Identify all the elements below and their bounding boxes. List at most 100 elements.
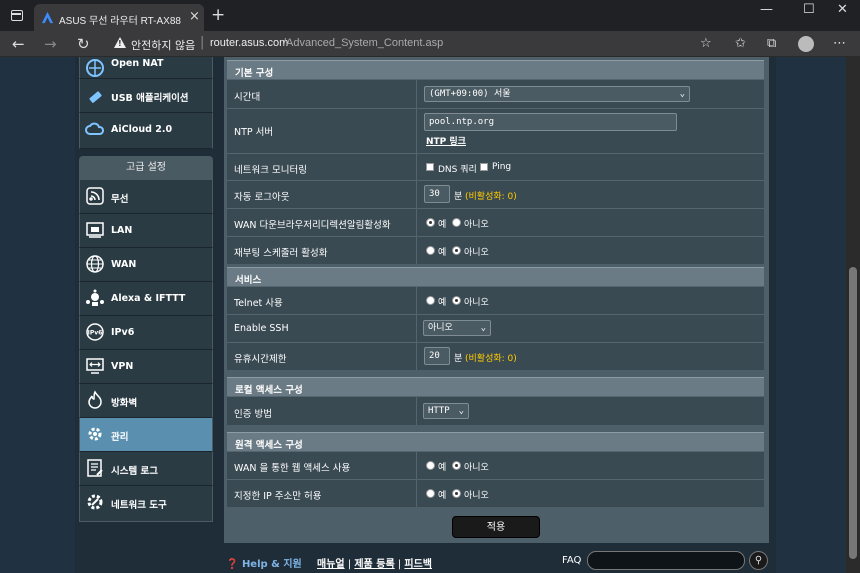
reboot-yes-radio[interactable] [426, 246, 435, 255]
wan-icon [86, 255, 104, 273]
ntp-server-input[interactable]: pool.ntp.org [424, 113, 677, 131]
search-icon[interactable]: ⚲ [749, 551, 768, 570]
dns-query-checkbox[interactable] [426, 163, 434, 171]
ntp-link[interactable]: NTP 링크 [426, 134, 466, 147]
sidebar-item-administration[interactable]: 관리 [79, 418, 213, 452]
refresh-icon[interactable]: ↻ [77, 35, 90, 53]
sidebar-item-system-log[interactable]: 시스템 로그 [79, 452, 213, 486]
scrollbar[interactable] [846, 57, 860, 573]
new-tab-button[interactable]: + [211, 5, 225, 25]
sidebar-item-label: 무선 [111, 194, 129, 205]
sidebar-item-firewall[interactable]: 방화벽 [79, 384, 213, 418]
ip-only-no-radio[interactable] [452, 489, 461, 498]
sidebar-item-ipv6[interactable]: IPv6 IPv6 [79, 316, 213, 350]
minimize-button[interactable]: — [760, 2, 773, 17]
network-tools-icon [87, 494, 103, 510]
wan-notify-yes-radio[interactable] [426, 218, 435, 227]
auto-logout-note: (비활성화: 0) [465, 192, 517, 202]
row-label: 지정한 IP 주소만 허용 [234, 491, 322, 502]
apply-button[interactable]: 적용 [452, 516, 540, 538]
telnet-no-radio[interactable] [452, 296, 461, 305]
wan-notify-no-label: 아니오 [464, 220, 489, 230]
row-ssh: Enable SSH 아니오 ⌄ [227, 314, 764, 342]
favorites-icon[interactable]: ✩ [735, 36, 746, 51]
telnet-yes-radio[interactable] [426, 296, 435, 305]
row-label: Enable SSH [234, 323, 289, 334]
sidebar-item-wireless[interactable]: 무선 [79, 180, 213, 214]
forward-icon[interactable]: → [44, 35, 57, 53]
reboot-no-label: 아니오 [464, 248, 489, 258]
wan-notify-no-radio[interactable] [452, 218, 461, 227]
idle-timeout-input[interactable]: 20 [424, 347, 450, 365]
url-path[interactable]: /Advanced_System_Content.asp [283, 37, 443, 49]
sidebar-item-label: Open NAT [111, 58, 164, 69]
ping-label: Ping [492, 162, 512, 172]
add-favorite-icon[interactable]: ☆ [700, 36, 712, 51]
row-network-monitoring: 네트워크 모니터링 DNS 쿼리 Ping [227, 153, 764, 180]
row-label: 네트워크 모니터링 [234, 165, 307, 176]
usb-icon [89, 91, 102, 103]
sidebar-item-usb[interactable]: USB 애플리케이션 [79, 79, 213, 113]
timezone-select[interactable]: (GMT+09:00) 서울 ⌄ [424, 86, 690, 102]
wireless-icon [86, 187, 104, 205]
cloud-icon [85, 122, 104, 135]
reboot-no-radio[interactable] [452, 246, 461, 255]
faq-search-input[interactable] [587, 551, 745, 570]
tab-close-icon[interactable]: × [189, 9, 200, 24]
manual-link[interactable]: 매뉴얼 [317, 559, 345, 570]
more-menu-icon[interactable]: ⋯ [833, 36, 846, 51]
row-auto-logout: 자동 로그아웃 30 분 (비활성화: 0) [227, 180, 764, 208]
lan-icon [86, 222, 104, 238]
row-timezone: 시간대 (GMT+09:00) 서울 ⌄ [227, 79, 764, 108]
tab-actions-icon[interactable] [11, 10, 23, 21]
admin-icon [88, 427, 102, 441]
help-support-link[interactable]: ❓ Help & 지원 [226, 555, 302, 570]
auto-logout-input[interactable]: 30 [424, 185, 450, 203]
profile-avatar[interactable] [798, 36, 814, 52]
section-title: 기본 구성 [235, 68, 274, 79]
row-label: 자동 로그아웃 [234, 192, 290, 203]
sidebar-item-label: AiCloud 2.0 [111, 124, 173, 135]
address-bar: ← → ↻ 안전하지 않음 | router.asus.com /Advance… [0, 31, 860, 57]
row-auth-method: 인증 방법 HTTP ⌄ [227, 396, 764, 425]
idle-timeout-note: (비활성화: 0) [465, 354, 517, 364]
sidebar-item-label: 네트워크 도구 [111, 500, 167, 511]
browser-tab[interactable]: ASUS 무선 라우터 RT-AX88U - A × [34, 4, 204, 31]
sidebar-item-alexa[interactable]: Alexa & IFTTT [79, 282, 213, 316]
ping-checkbox[interactable] [480, 163, 488, 171]
section-title: 원격 액세스 구성 [235, 440, 303, 451]
web-wan-no-radio[interactable] [452, 461, 461, 470]
scroll-thumb[interactable] [849, 267, 857, 559]
sidebar-item-vpn[interactable]: VPN [79, 350, 213, 384]
sidebar-item-label: 관리 [111, 432, 129, 443]
maximize-button[interactable]: ☐ [803, 2, 815, 17]
feedback-link[interactable]: 피드백 [404, 559, 432, 570]
product-registration-link[interactable]: 제품 등록 [354, 559, 394, 570]
collections-icon[interactable]: ⧉ [767, 36, 776, 51]
footer-separator: | [397, 559, 402, 570]
footer: ❓ Help & 지원 매뉴얼 | 제품 등록 | 피드백 FAQ ⚲ [224, 549, 769, 573]
auth-method-select[interactable]: HTTP ⌄ [423, 403, 469, 419]
sidebar-item-label: LAN [111, 225, 133, 236]
back-icon[interactable]: ← [12, 35, 25, 53]
ip-only-yes-label: 예 [438, 491, 447, 501]
ssh-value: 아니오 [428, 323, 453, 333]
close-window-button[interactable]: ✕ [837, 2, 848, 17]
sidebar-item-aicloud[interactable]: AiCloud 2.0 [79, 113, 213, 149]
url-host[interactable]: router.asus.com [210, 37, 288, 49]
ssh-select[interactable]: 아니오 ⌄ [423, 320, 491, 336]
sidebar-item-lan[interactable]: LAN [79, 214, 213, 248]
sidebar-item-open-nat[interactable]: Open NAT [79, 57, 213, 79]
sidebar-item-label: VPN [111, 361, 134, 372]
web-wan-no-label: 아니오 [464, 463, 489, 473]
not-secure-label[interactable]: 안전하지 않음 [131, 37, 195, 53]
ip-only-yes-radio[interactable] [426, 489, 435, 498]
web-wan-yes-radio[interactable] [426, 461, 435, 470]
footer-links: 매뉴얼 | 제품 등록 | 피드백 [317, 555, 432, 570]
not-secure-icon[interactable] [114, 37, 126, 48]
sidebar-item-wan[interactable]: WAN [79, 248, 213, 282]
web-wan-yes-label: 예 [438, 463, 447, 473]
firewall-icon [88, 390, 102, 409]
auth-method-value: HTTP [428, 406, 450, 416]
sidebar-item-network-tools[interactable]: 네트워크 도구 [79, 486, 213, 522]
